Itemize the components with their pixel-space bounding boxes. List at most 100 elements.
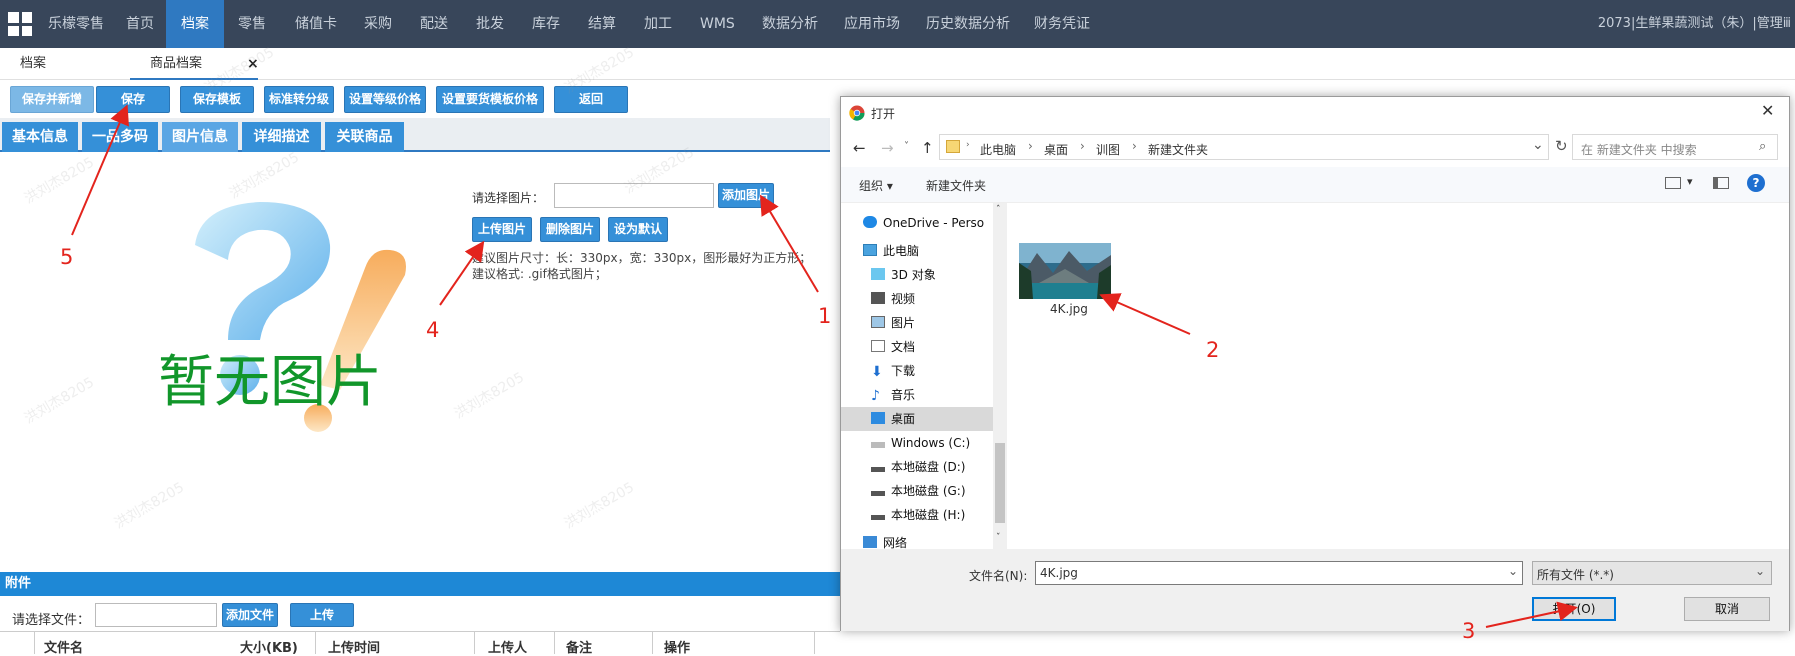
breadcrumb-desktop[interactable]: 桌面 bbox=[1044, 141, 1068, 158]
nav-purchase[interactable]: 采购 bbox=[364, 0, 392, 48]
tree-item-pictures[interactable]: 图片 bbox=[871, 311, 915, 335]
filetype-select[interactable]: 所有文件 (*.*) ⌄ bbox=[1532, 561, 1772, 585]
nav-home[interactable]: 首页 bbox=[126, 0, 154, 48]
column-header-filename: 文件名 bbox=[44, 641, 84, 656]
tree-item-this-pc[interactable]: 此电脑 bbox=[863, 239, 919, 263]
nav-archive[interactable]: 档案 bbox=[166, 0, 224, 48]
nav-app-market[interactable]: 应用市场 bbox=[844, 0, 900, 48]
image-thumbnail[interactable] bbox=[1019, 243, 1111, 299]
standard-to-grade-button[interactable]: 标准转分级 bbox=[264, 86, 334, 113]
new-folder-button[interactable]: 新建文件夹 bbox=[926, 177, 986, 194]
nav-wms[interactable]: WMS bbox=[700, 0, 735, 48]
nav-retail[interactable]: 零售 bbox=[238, 0, 266, 48]
cloud-icon bbox=[863, 216, 877, 228]
set-default-button[interactable]: 设为默认 bbox=[608, 217, 668, 242]
upload-file-button[interactable]: 上传 bbox=[290, 603, 354, 627]
refresh-icon[interactable]: ↻ bbox=[1555, 137, 1568, 155]
tree-item-downloads[interactable]: ⬇ 下载 bbox=[871, 359, 915, 383]
breadcrumb-new-folder[interactable]: 新建文件夹 bbox=[1148, 141, 1208, 158]
drive-icon bbox=[871, 491, 885, 496]
tree-item-music[interactable]: ♪ 音乐 bbox=[871, 383, 915, 407]
tree-item-documents[interactable]: 文档 bbox=[871, 335, 915, 359]
annotation-4: 4 bbox=[426, 318, 440, 342]
tree-item-3d-objects[interactable]: 3D 对象 bbox=[871, 263, 936, 287]
nav-settlement[interactable]: 结算 bbox=[588, 0, 616, 48]
add-file-button[interactable]: 添加文件 bbox=[222, 603, 278, 627]
file-path-input[interactable] bbox=[95, 603, 217, 627]
up-arrow-icon[interactable]: ↑ bbox=[921, 139, 934, 157]
tab-image-info[interactable]: 图片信息 bbox=[162, 122, 238, 152]
app-grid-icon[interactable] bbox=[8, 12, 32, 36]
tree-item-drive-c[interactable]: Windows (C:) bbox=[871, 431, 970, 455]
delete-image-button[interactable]: 删除图片 bbox=[540, 217, 600, 242]
add-image-button[interactable]: 添加图片 bbox=[718, 183, 774, 208]
column-header-actions: 操作 bbox=[664, 641, 691, 656]
tree-item-desktop[interactable]: 桌面 bbox=[841, 407, 993, 431]
open-file-dialog: 打开 ✕ ← → ˅ ↑ › 此电脑 › 桌面 › 训图 › 新建文件夹 ⌄ ↻… bbox=[840, 96, 1790, 631]
organize-menu[interactable]: 组织 ▾ bbox=[859, 177, 893, 194]
watermark: 洪刘杰8205 bbox=[21, 154, 97, 208]
tree-item-label: 下载 bbox=[891, 364, 916, 378]
tab-related-products[interactable]: 关联商品 bbox=[325, 122, 404, 152]
breadcrumb-this-pc[interactable]: 此电脑 bbox=[980, 141, 1016, 158]
tab-basic-info[interactable]: 基本信息 bbox=[2, 122, 78, 152]
forward-arrow-icon[interactable]: → bbox=[881, 139, 894, 157]
tab-detail-description[interactable]: 详细描述 bbox=[242, 122, 321, 152]
tree-item-onedrive[interactable]: OneDrive - Perso bbox=[863, 211, 984, 235]
tree-item-drive-h[interactable]: 本地磁盘 (H:) bbox=[871, 503, 965, 527]
drive-icon bbox=[871, 442, 885, 448]
watermark: 洪刘杰8205 bbox=[111, 479, 187, 533]
nav-processing[interactable]: 加工 bbox=[644, 0, 672, 48]
view-dropdown-icon[interactable]: ▾ bbox=[1687, 175, 1693, 188]
help-icon[interactable]: ? bbox=[1747, 174, 1765, 192]
upload-image-button[interactable]: 上传图片 bbox=[472, 217, 532, 242]
search-placeholder: 在 新建文件夹 中搜索 bbox=[1581, 143, 1697, 157]
address-dropdown-icon[interactable]: ⌄ bbox=[1532, 137, 1544, 153]
set-order-template-price-button[interactable]: 设置要货模板价格 bbox=[436, 86, 544, 113]
tree-item-drive-d[interactable]: 本地磁盘 (D:) bbox=[871, 455, 965, 479]
desktop-icon bbox=[871, 412, 885, 424]
nav-distribution[interactable]: 配送 bbox=[420, 0, 448, 48]
dialog-bottom-area: 文件名(N): 4K.jpg ⌄ 所有文件 (*.*) ⌄ 打开(O) 取消 bbox=[841, 549, 1789, 631]
user-info[interactable]: 2073|生鲜果蔬测试（朱）|管理ⅲ bbox=[1598, 0, 1791, 48]
cancel-button[interactable]: 取消 bbox=[1684, 597, 1770, 621]
tab-multi-barcode[interactable]: 一品多码 bbox=[82, 122, 158, 152]
tree-item-label: 文档 bbox=[891, 340, 916, 354]
tab-archive[interactable]: 档案 bbox=[20, 48, 46, 80]
nav-finance-voucher[interactable]: 财务凭证 bbox=[1034, 0, 1090, 48]
save-and-new-button[interactable]: 保存并新增 bbox=[10, 86, 94, 113]
view-options-icon[interactable] bbox=[1665, 177, 1681, 189]
dialog-close-icon[interactable]: ✕ bbox=[1761, 101, 1774, 120]
file-name-4k[interactable]: 4K.jpg bbox=[1050, 302, 1088, 316]
recent-dropdown-icon[interactable]: ˅ bbox=[904, 141, 909, 152]
address-bar-row: ← → ˅ ↑ › 此电脑 › 桌面 › 训图 › 新建文件夹 ⌄ ↻ 在 新建… bbox=[841, 129, 1789, 167]
nav-scrollbar[interactable]: ˆ ˇ bbox=[993, 203, 1007, 549]
navigation-pane: OneDrive - Perso 此电脑 3D 对象 视频 图片 文档 ⬇ 下载 … bbox=[841, 203, 993, 549]
filename-dropdown-icon[interactable]: ⌄ bbox=[1508, 564, 1518, 578]
scroll-up-icon[interactable]: ˆ bbox=[996, 205, 1001, 215]
tree-item-network[interactable]: 网络 bbox=[863, 531, 907, 549]
breadcrumb-training[interactable]: 训图 bbox=[1096, 141, 1120, 158]
breadcrumb[interactable]: › 此电脑 › 桌面 › 训图 › 新建文件夹 ⌄ bbox=[939, 134, 1549, 160]
scroll-thumb[interactable] bbox=[995, 443, 1005, 523]
filetype-dropdown-icon[interactable]: ⌄ bbox=[1755, 564, 1765, 578]
nav-inventory[interactable]: 库存 bbox=[532, 0, 560, 48]
chrome-icon bbox=[849, 105, 865, 121]
tree-item-videos[interactable]: 视频 bbox=[871, 287, 915, 311]
nav-wholesale[interactable]: 批发 bbox=[476, 0, 504, 48]
back-arrow-icon[interactable]: ← bbox=[853, 139, 866, 157]
scroll-down-icon[interactable]: ˇ bbox=[996, 533, 1001, 543]
nav-stored-value-card[interactable]: 储值卡 bbox=[295, 0, 337, 48]
preview-pane-icon[interactable] bbox=[1713, 177, 1729, 189]
filename-input[interactable]: 4K.jpg ⌄ bbox=[1035, 561, 1523, 585]
search-box[interactable]: 在 新建文件夹 中搜索 ⌕ bbox=[1572, 134, 1778, 160]
set-grade-price-button[interactable]: 设置等级价格 bbox=[344, 86, 426, 113]
folder-icon bbox=[946, 140, 960, 153]
tree-item-drive-g[interactable]: 本地磁盘 (G:) bbox=[871, 479, 966, 503]
open-button[interactable]: 打开(O) bbox=[1532, 597, 1616, 621]
column-header-upload-time: 上传时间 bbox=[328, 641, 381, 656]
nav-history-analysis[interactable]: 历史数据分析 bbox=[926, 0, 1010, 48]
nav-data-analysis[interactable]: 数据分析 bbox=[762, 0, 818, 48]
save-button[interactable]: 保存 bbox=[96, 86, 170, 113]
dialog-title-bar[interactable]: 打开 ✕ bbox=[841, 97, 1789, 129]
